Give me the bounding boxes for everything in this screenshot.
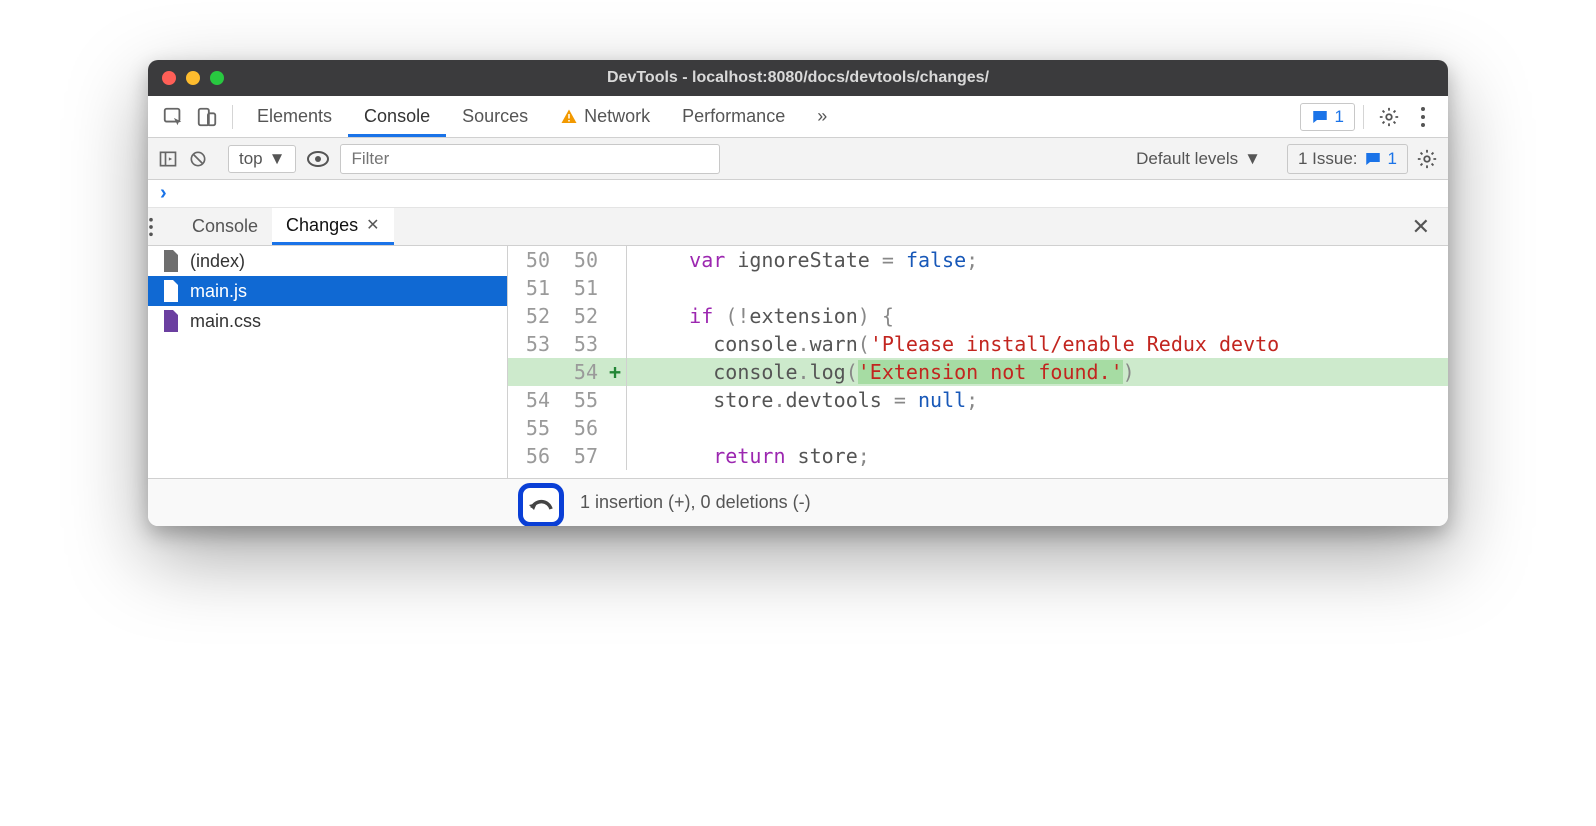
diff-row: 5151 bbox=[508, 274, 1448, 302]
drawer-tabstrip: Console Changes ✕ ✕ bbox=[148, 208, 1448, 246]
tab-elements[interactable]: Elements bbox=[241, 96, 348, 137]
clear-console-icon[interactable] bbox=[188, 149, 208, 169]
changed-files-tree: (index) main.js main.css bbox=[148, 246, 508, 478]
diff-row: 5252 if (!extension) { bbox=[508, 302, 1448, 330]
traffic-lights bbox=[162, 71, 224, 85]
console-toolbar: top ▼ Default levels ▼ 1 Issue: 1 bbox=[148, 138, 1448, 180]
drawer-tab-changes-label: Changes bbox=[286, 215, 358, 236]
diff-row: 54+ console.log('Extension not found.') bbox=[508, 358, 1448, 386]
console-sidebar-toggle-icon[interactable] bbox=[158, 149, 178, 169]
undo-icon bbox=[527, 494, 555, 516]
issues-counter[interactable]: 1 Issue: 1 bbox=[1287, 144, 1408, 174]
window-title: DevTools - localhost:8080/docs/devtools/… bbox=[148, 69, 1448, 87]
changes-summary: 1 insertion (+), 0 deletions (-) bbox=[580, 492, 811, 513]
separator bbox=[1363, 105, 1364, 129]
file-item-maincss[interactable]: main.css bbox=[148, 306, 507, 336]
message-icon bbox=[1364, 150, 1382, 168]
diff-view[interactable]: 5050 var ignoreState = false;5151 5252 i… bbox=[508, 246, 1448, 478]
file-item-index[interactable]: (index) bbox=[148, 246, 507, 276]
drawer-more-icon[interactable] bbox=[148, 217, 178, 237]
tab-sources[interactable]: Sources bbox=[446, 96, 544, 137]
tab-performance[interactable]: Performance bbox=[666, 96, 801, 137]
tab-network-label: Network bbox=[584, 106, 650, 127]
live-expression-icon[interactable] bbox=[306, 149, 330, 169]
execution-context-selector[interactable]: top ▼ bbox=[228, 145, 296, 173]
changes-statusbar: 1 insertion (+), 0 deletions (-) bbox=[148, 478, 1448, 526]
document-icon bbox=[162, 280, 180, 302]
file-name: main.js bbox=[190, 281, 247, 302]
devtools-window: DevTools - localhost:8080/docs/devtools/… bbox=[148, 60, 1448, 526]
tab-network[interactable]: Network bbox=[544, 96, 666, 137]
more-menu-icon[interactable] bbox=[1406, 100, 1440, 134]
close-tab-icon[interactable]: ✕ bbox=[366, 215, 379, 235]
window-close-button[interactable] bbox=[162, 71, 176, 85]
stylesheet-icon bbox=[162, 310, 180, 332]
diff-row: 5050 var ignoreState = false; bbox=[508, 246, 1448, 274]
warning-icon bbox=[560, 108, 578, 126]
tab-console[interactable]: Console bbox=[348, 96, 446, 137]
execution-context-label: top bbox=[239, 149, 263, 169]
changes-panel: (index) main.js main.css 5050 var ignore… bbox=[148, 246, 1448, 478]
window-zoom-button[interactable] bbox=[210, 71, 224, 85]
console-prompt[interactable]: › bbox=[148, 180, 1448, 208]
dropdown-triangle-icon: ▼ bbox=[269, 149, 286, 169]
diff-row: 5353 console.warn('Please install/enable… bbox=[508, 330, 1448, 358]
message-icon bbox=[1311, 108, 1329, 126]
issues-indicator[interactable]: 1 bbox=[1300, 103, 1355, 131]
diff-row: 5556 bbox=[508, 414, 1448, 442]
file-name: main.css bbox=[190, 311, 261, 332]
diff-row: 5455 store.devtools = null; bbox=[508, 386, 1448, 414]
settings-icon[interactable] bbox=[1372, 100, 1406, 134]
separator bbox=[232, 105, 233, 129]
log-levels-selector[interactable]: Default levels ▼ bbox=[1126, 146, 1271, 172]
log-levels-label: Default levels bbox=[1136, 149, 1238, 169]
file-item-mainjs[interactable]: main.js bbox=[148, 276, 507, 306]
main-tabstrip: Elements Console Sources Network Perform… bbox=[148, 96, 1448, 138]
file-name: (index) bbox=[190, 251, 245, 272]
issues-indicator-count: 1 bbox=[1335, 107, 1344, 127]
dropdown-triangle-icon: ▼ bbox=[1244, 149, 1261, 169]
revert-all-button[interactable] bbox=[518, 483, 564, 526]
drawer-tab-console[interactable]: Console bbox=[178, 208, 272, 245]
titlebar: DevTools - localhost:8080/docs/devtools/… bbox=[148, 60, 1448, 96]
issues-label: 1 Issue: bbox=[1298, 149, 1358, 169]
document-icon bbox=[162, 250, 180, 272]
drawer-tab-changes[interactable]: Changes ✕ bbox=[272, 208, 393, 245]
filter-input[interactable] bbox=[340, 144, 720, 174]
window-minimize-button[interactable] bbox=[186, 71, 200, 85]
diff-row: 5657 return store; bbox=[508, 442, 1448, 470]
device-toolbar-icon[interactable] bbox=[190, 100, 224, 134]
inspect-element-icon[interactable] bbox=[156, 100, 190, 134]
issues-count: 1 bbox=[1388, 149, 1397, 169]
close-drawer-icon[interactable]: ✕ bbox=[1402, 214, 1440, 240]
tabs-overflow[interactable]: » bbox=[801, 96, 843, 137]
console-settings-icon[interactable] bbox=[1416, 148, 1438, 170]
